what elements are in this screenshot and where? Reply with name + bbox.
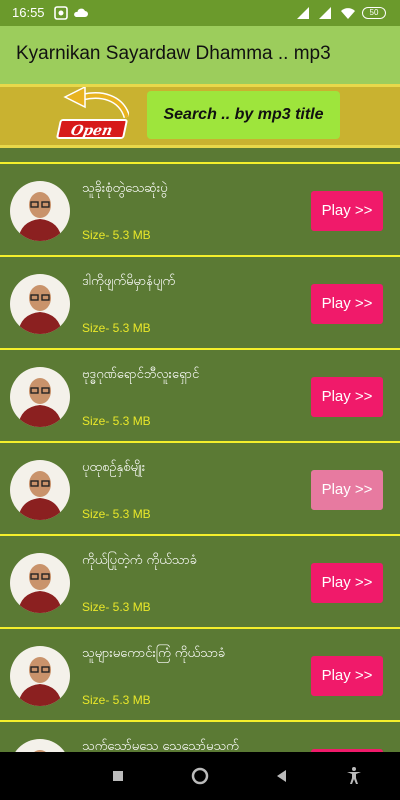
app-bar: Kyarnikan Sayardaw Dhamma .. mp3 [0,26,400,84]
system-nav-bar [0,752,400,800]
monk-portrait-icon [34,750,46,752]
monk-portrait-icon [18,564,62,613]
status-time: 16:55 [12,5,45,20]
item-size: Size- 5.3 MB [82,507,151,521]
monk-avatar [10,739,70,752]
battery-level: 50 [369,8,379,17]
open-label: Open [55,119,129,139]
monk-portrait-icon [18,192,62,241]
curved-arrow-icon [63,87,129,119]
play-button[interactable]: Play >> [311,191,383,231]
notification-icon [54,6,68,20]
item-size: Size- 5.3 MB [82,600,151,614]
item-size: Size- 5.3 MB [82,414,151,428]
item-title: သူခိုးစုံတွဲသေဆုံးပွဲ [82,181,168,196]
recent-apps-icon[interactable] [108,766,128,786]
monk-portrait-icon [18,285,62,334]
item-title: ပုထုစဉ်နှစ်မျိုး [82,460,146,475]
signal-icon-2 [319,7,331,19]
monk-portrait-icon [18,657,62,706]
play-button[interactable]: Play >> [311,284,383,324]
open-button[interactable]: Open [55,87,135,145]
play-button[interactable]: Play >> [311,656,383,696]
monk-avatar [10,553,70,613]
item-size: Size- 5.3 MB [82,321,151,335]
monk-avatar [10,181,70,241]
signal-icon [297,7,309,19]
list-top-separator [0,148,400,164]
monk-avatar [10,367,70,427]
monk-avatar [10,460,70,520]
wifi-icon [341,8,355,19]
item-title: သူများမကောင်းကြံ ကိုယ်သာခံ [82,646,226,661]
list-item[interactable]: ဗုဒ္ဓဂုဏ်ရောင်ဘီလူးရှောင် Size- 5.3 MB P… [0,350,400,443]
search-button[interactable]: Search .. by mp3 title [147,91,340,139]
accessibility-icon[interactable] [344,766,364,786]
play-button[interactable]: Play >> [311,470,383,510]
monk-avatar [10,646,70,706]
list-item[interactable]: ပုထုစဉ်နှစ်မျိုး Size- 5.3 MB Play >> [0,443,400,536]
list-item[interactable]: သူခိုးစုံတွဲသေဆုံးပွဲ Size- 5.3 MB Play … [0,164,400,257]
cloud-icon [74,8,88,17]
item-title: ဗုဒ္ဓဂုဏ်ရောင်ဘီလူးရှောင် [82,367,200,382]
list-item[interactable]: သူများမကောင်းကြံ ကိုယ်သာခံ Size- 5.3 MB … [0,629,400,722]
monk-portrait-icon [18,378,62,427]
play-button[interactable]: Play >> [311,563,383,603]
status-bar: 16:55 50 [0,0,400,26]
home-icon[interactable] [190,766,210,786]
item-size: Size- 5.3 MB [82,228,151,242]
item-title: ကိုယ်ပြုတဲ့ကံ ကိုယ်သာခံ [82,553,198,568]
app-title: Kyarnikan Sayardaw Dhamma .. mp3 [16,43,331,64]
back-icon[interactable] [272,766,292,786]
list-item[interactable]: သက်သော်မသေ သေသော်မသက် [0,722,400,752]
list-item[interactable]: ဒါကိုဖျက်မိမှာနံပျက် Size- 5.3 MB Play >… [0,257,400,350]
play-button[interactable]: Play >> [311,377,383,417]
monk-avatar [10,274,70,334]
item-size: Size- 5.3 MB [82,693,151,707]
battery-icon: 50 [362,7,386,19]
item-title: သက်သော်မသေ သေသော်မသက် [82,739,239,752]
list-item[interactable]: ကိုယ်ပြုတဲ့ကံ ကိုယ်သာခံ Size- 5.3 MB Pla… [0,536,400,629]
mp3-list: သူခိုးစုံတွဲသေဆုံးပွဲ Size- 5.3 MB Play … [0,148,400,752]
monk-portrait-icon [18,471,62,520]
toolbar: Open Search .. by mp3 title [0,84,400,148]
item-title: ဒါကိုဖျက်မိမှာနံပျက် [82,274,176,289]
